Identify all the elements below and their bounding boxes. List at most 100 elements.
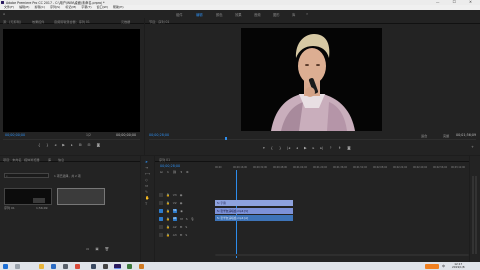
solo-button[interactable]: S [186,217,188,221]
track-lock-icon[interactable]: 🔒 [166,225,170,229]
workspace-tab-editing[interactable]: 编辑 [196,12,203,17]
taskbar-app-icon[interactable] [139,263,144,269]
source-timecode-in[interactable]: 00;00;00;00 [5,133,25,137]
taskbar-edge-icon[interactable] [51,263,56,269]
step-back-icon[interactable]: ◂ [54,143,56,147]
tab-info[interactable]: 信息 [58,157,64,162]
selection-tool-icon[interactable]: ➤ [145,160,150,164]
project-item-selected[interactable] [57,188,105,205]
track-visibility-icon[interactable]: ◉ [180,193,183,197]
step-forward-icon[interactable]: ▸ [71,143,73,147]
export-frame-icon[interactable]: ◙ [97,143,100,147]
windows-start-icon[interactable] [3,263,8,269]
menu-clip[interactable]: 剪辑(C) [34,5,44,9]
new-bin-icon[interactable]: ▭ [86,247,89,251]
program-fit-select[interactable]: 适合 [421,133,427,138]
ripple-edit-tool-icon[interactable]: ⟷ [145,172,150,176]
step-back-icon[interactable]: ◂ [296,146,298,150]
slip-tool-icon[interactable]: ⇔ [145,184,150,188]
workspace-tab-audio[interactable]: 音频 [254,12,261,17]
menu-marker[interactable]: 标记(M) [65,5,76,9]
workspace-tab-effects[interactable]: 效果 [235,12,242,17]
tab-libraries[interactable]: 库 [48,157,51,162]
pen-tool-icon[interactable]: ✎ [145,190,150,194]
workspace-menu-icon[interactable]: » [306,12,308,16]
menu-window[interactable]: 窗口(W) [97,5,108,9]
trash-icon[interactable]: 🗑 [105,247,109,251]
track-visibility-icon[interactable]: ◉ [180,209,183,213]
timeline-clip-v1[interactable]: fx 张学友演唱会.mp4 [V] [215,207,293,214]
track-target-toggle[interactable] [159,233,163,237]
timeline-settings-icon[interactable]: ⚙ [186,170,189,174]
track-lock-icon[interactable]: 🔒 [166,193,170,197]
workspace-tab-graphics[interactable]: 图形 [273,12,280,17]
taskbar-chrome-icon[interactable] [75,263,80,269]
workspace-tab-color[interactable]: 颜色 [216,12,223,17]
linked-selection-icon[interactable]: ⛓ [173,170,177,174]
tab-sequence[interactable]: 序列 01 [159,157,170,162]
track-visibility-icon[interactable]: ◉ [180,201,183,205]
mute-button[interactable]: M [180,225,183,229]
menu-title[interactable]: 字幕(T) [81,5,91,9]
home-icon[interactable]: ⌂ [3,12,5,16]
step-forward-icon[interactable]: ▸ [313,146,315,150]
track-target-toggle[interactable] [159,209,163,213]
tab-effect-controls[interactable]: 效果控件 [32,19,44,24]
track-target-toggle[interactable] [159,201,163,205]
go-to-in-icon[interactable]: |◂ [287,146,290,150]
menu-sequence[interactable]: 序列(S) [50,5,60,9]
project-sequence-thumb[interactable] [4,188,52,205]
taskbar-premiere-icon[interactable] [114,263,121,269]
tab-media-browser[interactable]: 媒体浏览器 [24,157,39,162]
taskbar-app-icon[interactable] [103,263,108,269]
timeline-ruler[interactable]: 00;00 00;00;16;00 00;00;32;00 00;00;48;0… [215,166,469,172]
close-button[interactable]: ✕ [469,0,478,4]
extract-icon[interactable]: ⇞ [338,146,341,150]
track-target-toggle[interactable] [159,193,163,197]
taskbar-explorer-icon[interactable] [39,263,44,269]
play-icon[interactable]: ▶ [62,143,65,147]
tab-source[interactable]: 源：(无剪辑) [3,19,21,24]
program-timecode-in[interactable]: 00;00;28;00 [149,133,169,137]
tab-metadata[interactable]: 元数据 [121,19,130,24]
project-search-input[interactable]: ⌕ [4,173,49,178]
menu-file[interactable]: 文件(F) [4,5,14,9]
track-lock-icon[interactable]: 🔒 [166,233,170,237]
add-marker-icon[interactable]: ▾ [181,170,183,174]
program-scrub-bar[interactable] [149,139,476,140]
taskbar-app-icon[interactable] [91,263,96,269]
nest-icon[interactable]: ⊡ [160,170,163,174]
menu-edit[interactable]: 编辑(E) [19,5,29,9]
tab-program[interactable]: 节目：序列 01 [149,19,169,24]
type-tool-icon[interactable]: T [145,202,150,206]
track-target-toggle[interactable] [159,217,163,221]
timeline-clip-v2[interactable]: fx 字幕 [215,200,293,206]
timeline-scrollbar[interactable] [215,254,469,256]
solo-button[interactable]: S [185,225,187,229]
tab-audio-clip-mixer[interactable]: 音频剪辑混合器：序列 01 [54,19,90,24]
playhead-marker[interactable] [225,137,227,140]
track-target-toggle[interactable] [159,225,163,229]
tab-project[interactable]: 项目：未命名 [3,157,22,162]
maximize-button[interactable]: ☐ [453,0,462,4]
mark-in-icon[interactable]: { [38,143,40,147]
marker-icon[interactable]: ▾ [263,146,265,150]
taskbar-notification-badge[interactable] [425,263,439,269]
program-quality-select[interactable]: 完整 [443,133,449,138]
mute-button[interactable]: M [180,233,183,237]
timeline-playhead[interactable] [236,170,237,258]
taskbar-store-icon[interactable] [63,263,68,269]
mark-out-icon[interactable]: } [279,146,281,150]
snap-icon[interactable]: ∩ [167,170,169,174]
razor-tool-icon[interactable]: ◇ [145,178,150,182]
mute-button[interactable]: M [180,217,183,221]
taskbar-language[interactable]: 中 [442,264,445,268]
export-frame-icon[interactable]: ◙ [347,146,350,150]
mark-in-icon[interactable]: { [271,146,273,150]
solo-button[interactable]: S [185,233,187,237]
timeline-clip-a1[interactable]: fx 张学友演唱会.mp4 [A] [215,215,293,221]
track-select-tool-icon[interactable]: ⇥ [145,166,150,170]
overwrite-icon[interactable]: ⊟ [88,143,91,147]
minimize-button[interactable]: — [436,0,446,4]
mark-out-icon[interactable]: } [46,143,48,147]
